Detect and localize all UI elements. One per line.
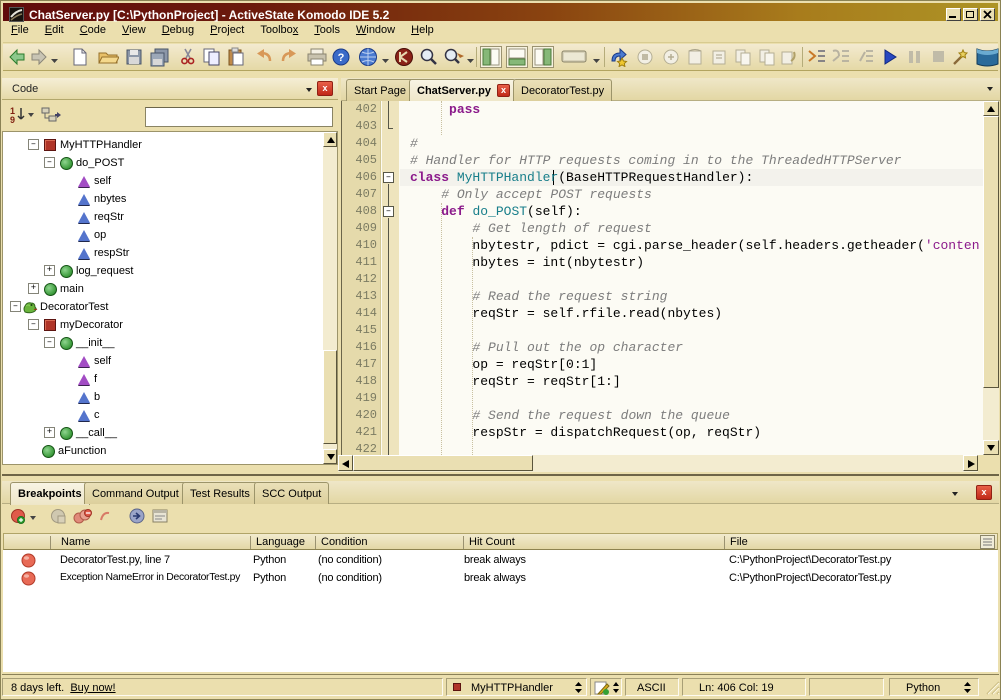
svg-text:9: 9 [10, 115, 15, 125]
svg-text:?: ? [338, 52, 345, 64]
